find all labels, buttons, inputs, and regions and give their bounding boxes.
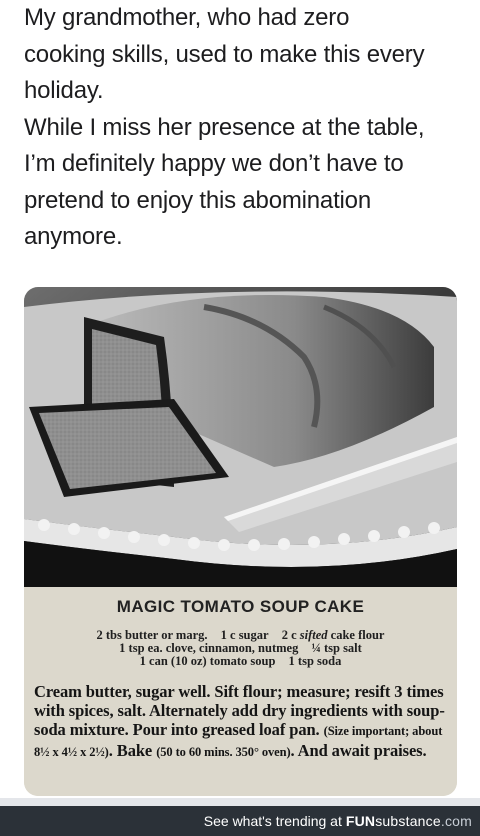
- funsubstance-logo[interactable]: FUNsubstance.com: [346, 813, 472, 829]
- post-image[interactable]: MAGIC TOMATO SOUP CAKE 2 tbs butter or m…: [24, 287, 457, 796]
- post-line: My grandmother, who had zero: [24, 4, 350, 31]
- recipe-instructions: Cream butter, sugar well. Sift flour; me…: [34, 682, 452, 762]
- post-line: cooking skills, used to make this every: [24, 40, 425, 68]
- trending-text: See what's trending at: [203, 813, 342, 829]
- ingredient: 1 can (10 oz) tomato soup: [139, 654, 276, 668]
- ingredient-part: 2 c: [281, 628, 300, 642]
- post-line: holiday.: [24, 77, 104, 104]
- cake-photo: [24, 287, 457, 587]
- logo-com: .com: [440, 813, 472, 829]
- instructions-ending: . And await praises.: [290, 741, 427, 760]
- recipe-title: MAGIC TOMATO SOUP CAKE: [116, 597, 365, 616]
- post-line: pretend to enjoy this abomination: [24, 186, 371, 214]
- post-line: anymore.: [24, 223, 123, 250]
- site-footer-banner[interactable]: See what's trending at FUNsubstance.com: [0, 806, 480, 836]
- ingredient: 1 tsp soda: [288, 654, 342, 668]
- ingredients-list: 2 tbs butter or marg. 1 c sugar 2 c sift…: [24, 629, 457, 668]
- ingredients-row: 1 can (10 oz) tomato soup 1 tsp soda: [24, 655, 457, 668]
- post-line: I’m definitely happy we don’t have to: [24, 150, 404, 177]
- bake-label: . Bake: [108, 741, 157, 760]
- ingredient-italic: sifted: [299, 628, 328, 642]
- ingredient-part: cake flour: [327, 628, 385, 642]
- footer-divider: [0, 798, 480, 806]
- recipe-card: MAGIC TOMATO SOUP CAKE 2 tbs butter or m…: [24, 587, 457, 796]
- bake-note: (50 to 60 mins. 350° oven): [156, 745, 291, 759]
- post-text: My grandmother, who had zero cooking ski…: [24, 0, 464, 256]
- logo-fun: FUN: [345, 813, 376, 829]
- logo-substance: substance: [375, 813, 441, 829]
- post-line: While I miss her presence at the table,: [24, 113, 425, 141]
